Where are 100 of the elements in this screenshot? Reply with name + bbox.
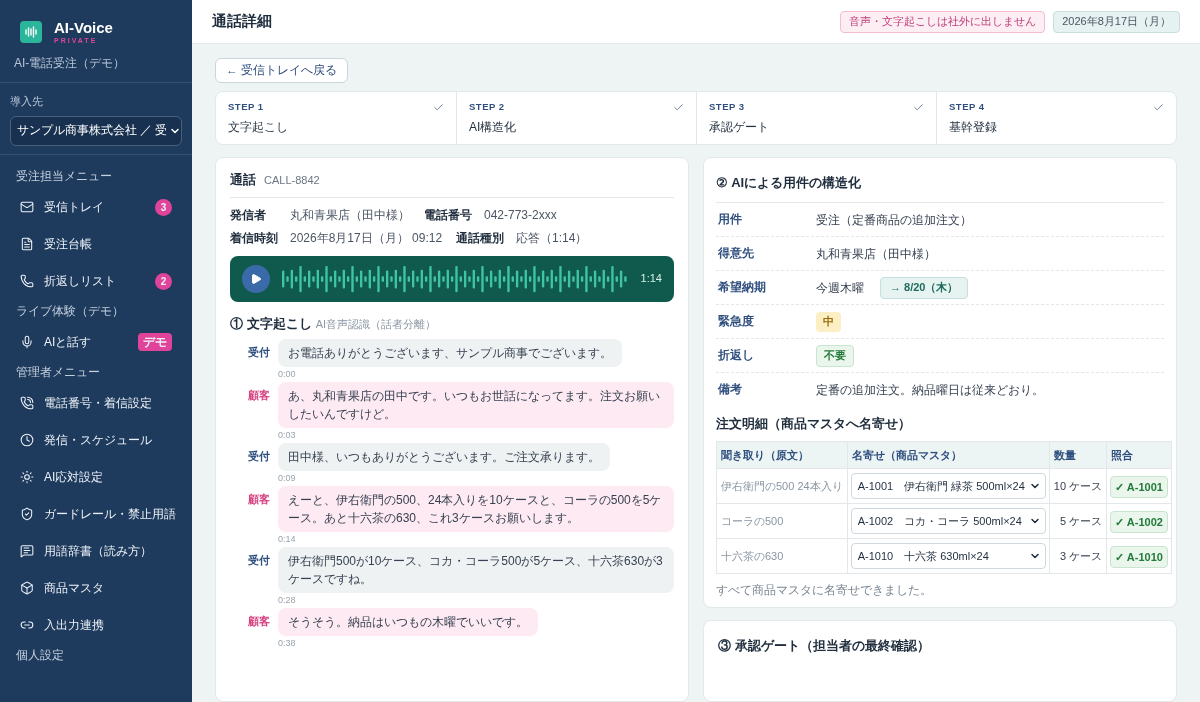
play-button[interactable] xyxy=(242,264,270,293)
nav-item[interactable]: ガードレール・禁止用語 xyxy=(12,495,180,533)
nav-item[interactable]: 発信・スケジュール xyxy=(12,421,180,459)
speaker-label: 受付 xyxy=(247,553,270,568)
info-label: 発信者 xyxy=(230,207,267,224)
tenant-select[interactable]: サンプル商事株式会社 ／ 受 xyxy=(10,115,182,146)
microphone-icon xyxy=(20,335,34,349)
product-select[interactable]: A-1002 コカ・コーラ 500ml×24 xyxy=(850,507,1046,534)
table-cell: 5 ケース xyxy=(1049,503,1107,539)
info-value: 042-773-2xxx xyxy=(484,207,557,224)
date-badge: 2026年8月17日（月） xyxy=(1053,10,1180,33)
card-title: ③ 承認ゲート（担当者の最終確認） xyxy=(718,637,930,653)
message-bubble: 伊右衛門500が10ケース、コカ・コーラ500が5ケース、十六茶630が3ケースですね。 xyxy=(278,547,674,593)
step-label: 基幹登録 xyxy=(949,119,998,137)
column-header: 名寄せ（商品マスタ） xyxy=(847,441,1050,469)
card-title: 通話 xyxy=(230,171,256,189)
column-header: 聞き取り（原文） xyxy=(716,441,848,469)
step-label: 承認ゲート xyxy=(709,119,770,137)
privacy-notice: 音声・文字起こしは社外に出しません xyxy=(840,10,1046,33)
message-bubble: そうそう。納品はいつもの木曜でいいです。 xyxy=(278,608,538,636)
message-icon xyxy=(20,544,34,558)
match-chip: ✓ A-1002 xyxy=(1110,510,1168,533)
field-label: 得意先 xyxy=(717,245,755,261)
phone-call-icon xyxy=(20,396,34,410)
message-time: 0:28 xyxy=(278,594,296,606)
play-icon xyxy=(250,272,262,285)
link-icon xyxy=(20,618,34,632)
speaker-label: 受付 xyxy=(247,345,270,360)
demo-tag: デモ xyxy=(138,333,172,351)
nav-item[interactable]: 商品マスタ xyxy=(12,569,180,607)
nav-item[interactable]: AIと話す デモ xyxy=(12,323,180,361)
logo-icon xyxy=(20,21,42,43)
table-cell: 3 ケース xyxy=(1049,538,1107,574)
field-value: 受注（定番商品の追加注文） xyxy=(816,211,972,229)
product-select[interactable]: A-1010 十六茶 630ml×24 xyxy=(850,542,1046,569)
nav-item[interactable]: AI応対設定 xyxy=(12,458,180,496)
nav-item[interactable]: 入出力連携 xyxy=(12,606,180,644)
step-number: STEP 2 xyxy=(469,99,505,114)
message-time: 0:00 xyxy=(278,368,296,380)
menu-section-title: 個人設定 xyxy=(15,647,65,663)
info-label: 着信時刻 xyxy=(230,230,279,247)
section-title: ① 文字起こし xyxy=(230,314,312,333)
step-number: STEP 3 xyxy=(709,99,745,114)
field-value: 丸和青果店（田中様） xyxy=(816,245,936,263)
field-label: 備考 xyxy=(717,382,743,398)
step-label: AI構造化 xyxy=(469,119,518,137)
info-value: 丸和青果店（田中様） xyxy=(290,207,410,224)
message-bubble: お電話ありがとうございます、サンプル商事でございます。 xyxy=(278,339,622,367)
info-label: 電話番号 xyxy=(424,207,473,224)
card-title: ② AIによる用件の構造化 xyxy=(716,175,862,190)
menu-section-title: ライブ体験（デモ） xyxy=(15,303,125,319)
message-bubble: あ、丸和青果店の田中です。いつもお世話になってます。注文お願いしたいんですけど。 xyxy=(278,382,674,428)
message-bubble: 田中様、いつもありがとうございます。ご注文承ります。 xyxy=(278,443,610,471)
menu-section-title: 管理者メニュー xyxy=(15,364,101,380)
product-select[interactable]: A-1001 伊右衛門 緑茶 500ml×24 xyxy=(850,472,1046,499)
brand-name: AI-Voice xyxy=(54,20,113,35)
count-badge: 3 xyxy=(155,198,172,216)
nav-item[interactable]: 受注台帳 xyxy=(12,225,180,263)
match-chip: ✓ A-1001 xyxy=(1110,475,1168,498)
column-header: 照合 xyxy=(1106,441,1172,469)
speaker-label: 受付 xyxy=(247,449,270,464)
field-label: 希望納期 xyxy=(717,279,767,295)
nav-item[interactable]: 用語辞書（読み方） xyxy=(12,532,180,570)
status-chip: 不要 xyxy=(816,344,854,367)
column-header: 数量 xyxy=(1049,441,1107,469)
count-badge: 2 xyxy=(155,272,172,290)
back-button[interactable]: ← 受信トレイへ戻る xyxy=(215,58,348,83)
speaker-label: 顧客 xyxy=(247,614,270,629)
call-id: CALL-8842 xyxy=(264,173,320,188)
sun-icon xyxy=(20,470,34,484)
table-cell: 伊右衛門の500 24本入り xyxy=(716,468,848,504)
match-chip: ✓ A-1010 xyxy=(1110,545,1168,568)
message-time: 0:09 xyxy=(278,472,296,484)
table-cell: 十六茶の630 xyxy=(716,538,848,574)
step-number: STEP 4 xyxy=(949,99,985,114)
date-chip: → 8/20（木） xyxy=(880,276,969,299)
cube-icon xyxy=(20,581,34,595)
phone-icon xyxy=(20,274,34,288)
shield-icon xyxy=(20,507,34,521)
message-time: 0:03 xyxy=(278,429,296,441)
info-label: 通話種別 xyxy=(456,230,506,247)
page-title: 通話詳細 xyxy=(212,11,273,32)
tenant-label: 導入先 xyxy=(10,94,44,109)
menu-section-title: 受注担当メニュー xyxy=(15,168,113,184)
nav-item[interactable]: 電話番号・着信設定 xyxy=(12,384,180,422)
step-label: 文字起こし xyxy=(228,119,289,137)
message-bubble: えーと、伊右衛門の500、24本入りを10ケースと、コーラの500を5ケース。あと十六茶の630、これ3ケースお願いします。 xyxy=(278,486,674,532)
urgency-chip: 中 xyxy=(816,311,841,332)
table-cell: コーラの500 xyxy=(716,503,848,539)
mail-icon xyxy=(20,200,34,214)
nav-item[interactable]: 折返しリスト 2 xyxy=(12,262,180,300)
info-value: 応答（1:14） xyxy=(516,230,588,247)
section-subtitle: AI音声認識（話者分離） xyxy=(315,316,437,332)
nav-item[interactable]: 受信トレイ 3 xyxy=(12,188,180,226)
app-subtitle: AI-電話受注（デモ） xyxy=(14,55,127,72)
table-cell: 10 ケース xyxy=(1049,468,1107,504)
document-icon xyxy=(20,237,34,251)
field-label: 用件 xyxy=(717,211,743,227)
field-value: 定番の追加注文。納品曜日は従来どおり。 xyxy=(816,382,1044,399)
field-label: 緊急度 xyxy=(717,313,755,329)
